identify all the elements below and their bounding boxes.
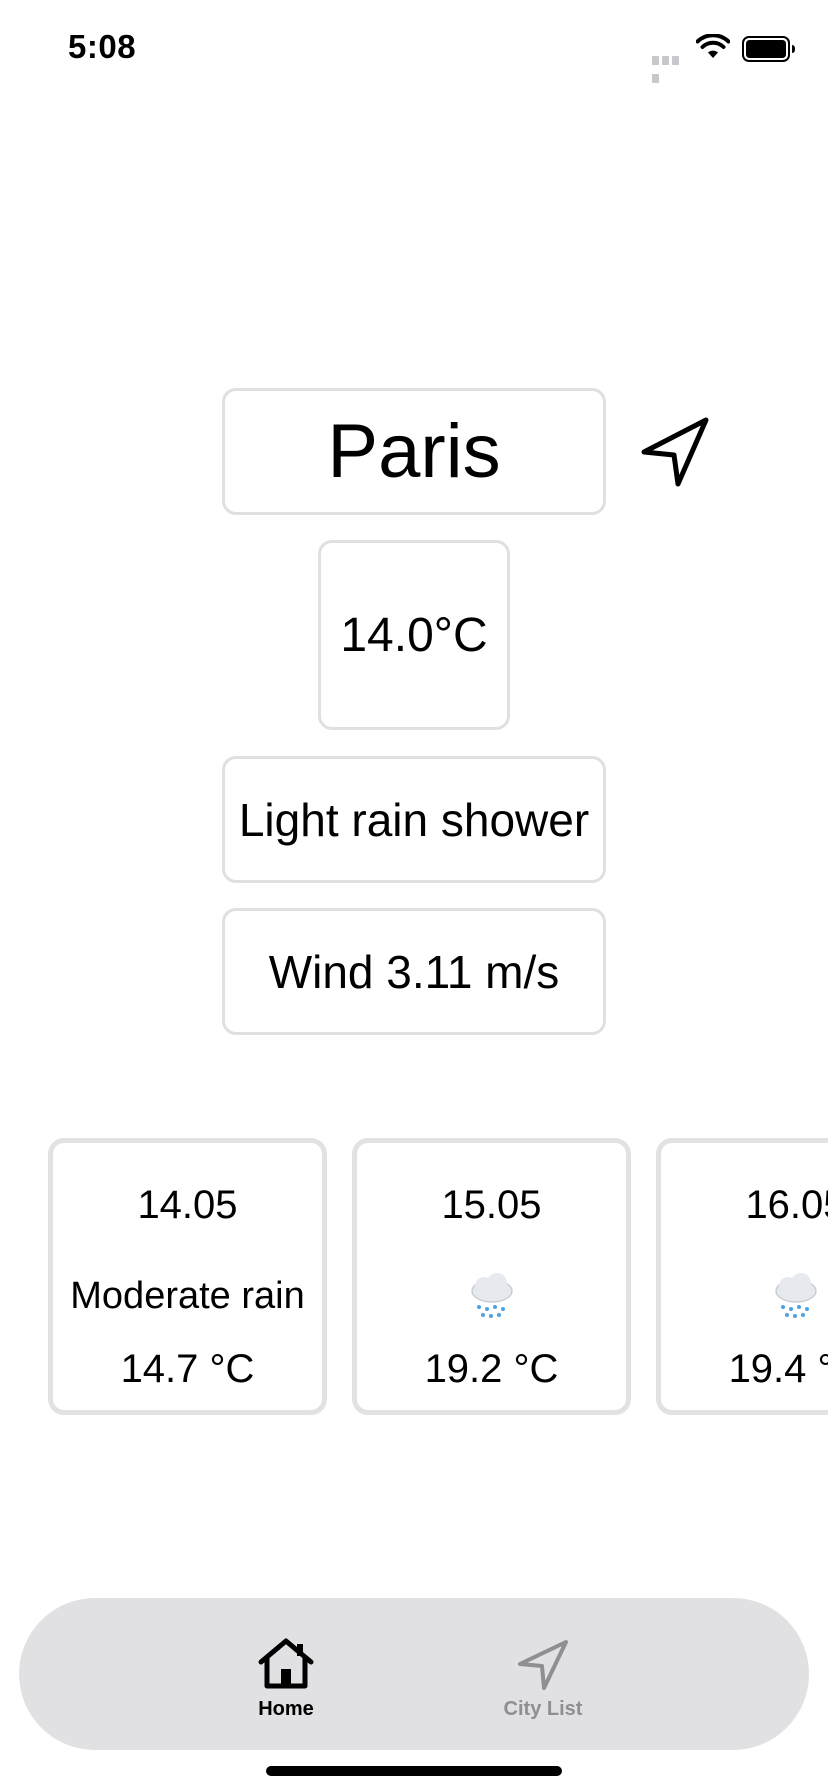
navigation-arrow-icon — [641, 417, 709, 487]
forecast-list[interactable]: 14.05 Moderate rain 14.7 °C 15.05 19.2 °… — [0, 1136, 828, 1416]
navigation-arrow-icon — [443, 1638, 643, 1695]
rain-cloud-icon — [357, 1271, 626, 1321]
rain-cloud-icon — [661, 1271, 828, 1321]
tab-bar: Home City List — [19, 1598, 809, 1750]
weather-condition: Light rain shower — [222, 756, 606, 883]
forecast-card[interactable]: 15.05 19.2 °C — [352, 1138, 631, 1415]
tab-city-list[interactable]: City List — [443, 1598, 643, 1750]
forecast-card[interactable]: 14.05 Moderate rain 14.7 °C — [48, 1138, 327, 1415]
wind-speed: Wind 3.11 m/s — [222, 908, 606, 1035]
city-name: Paris — [222, 388, 606, 515]
forecast-card[interactable]: 16.05 19.4 °C — [656, 1138, 828, 1415]
cellular-signal-icon — [652, 52, 690, 83]
status-bar: 5:08 — [0, 0, 828, 100]
forecast-temperature: 14.7 °C — [120, 1347, 255, 1391]
forecast-date: 15.05 — [441, 1183, 542, 1227]
forecast-date: 14.05 — [137, 1183, 238, 1227]
current-location-button[interactable] — [636, 412, 716, 492]
current-temperature: 14.0°C — [318, 540, 510, 730]
tab-label: City List — [503, 1698, 583, 1720]
tab-home[interactable]: Home — [186, 1598, 386, 1750]
forecast-date: 16.05 — [745, 1183, 828, 1227]
home-indicator — [266, 1766, 562, 1776]
forecast-temperature: 19.2 °C — [424, 1347, 559, 1391]
forecast-description: Moderate rain — [70, 1275, 305, 1317]
home-icon — [186, 1638, 386, 1695]
tab-label: Home — [258, 1698, 314, 1720]
status-time: 5:08 — [68, 28, 137, 65]
wifi-icon — [696, 34, 730, 58]
forecast-temperature: 19.4 °C — [728, 1347, 828, 1391]
battery-icon — [742, 36, 795, 62]
